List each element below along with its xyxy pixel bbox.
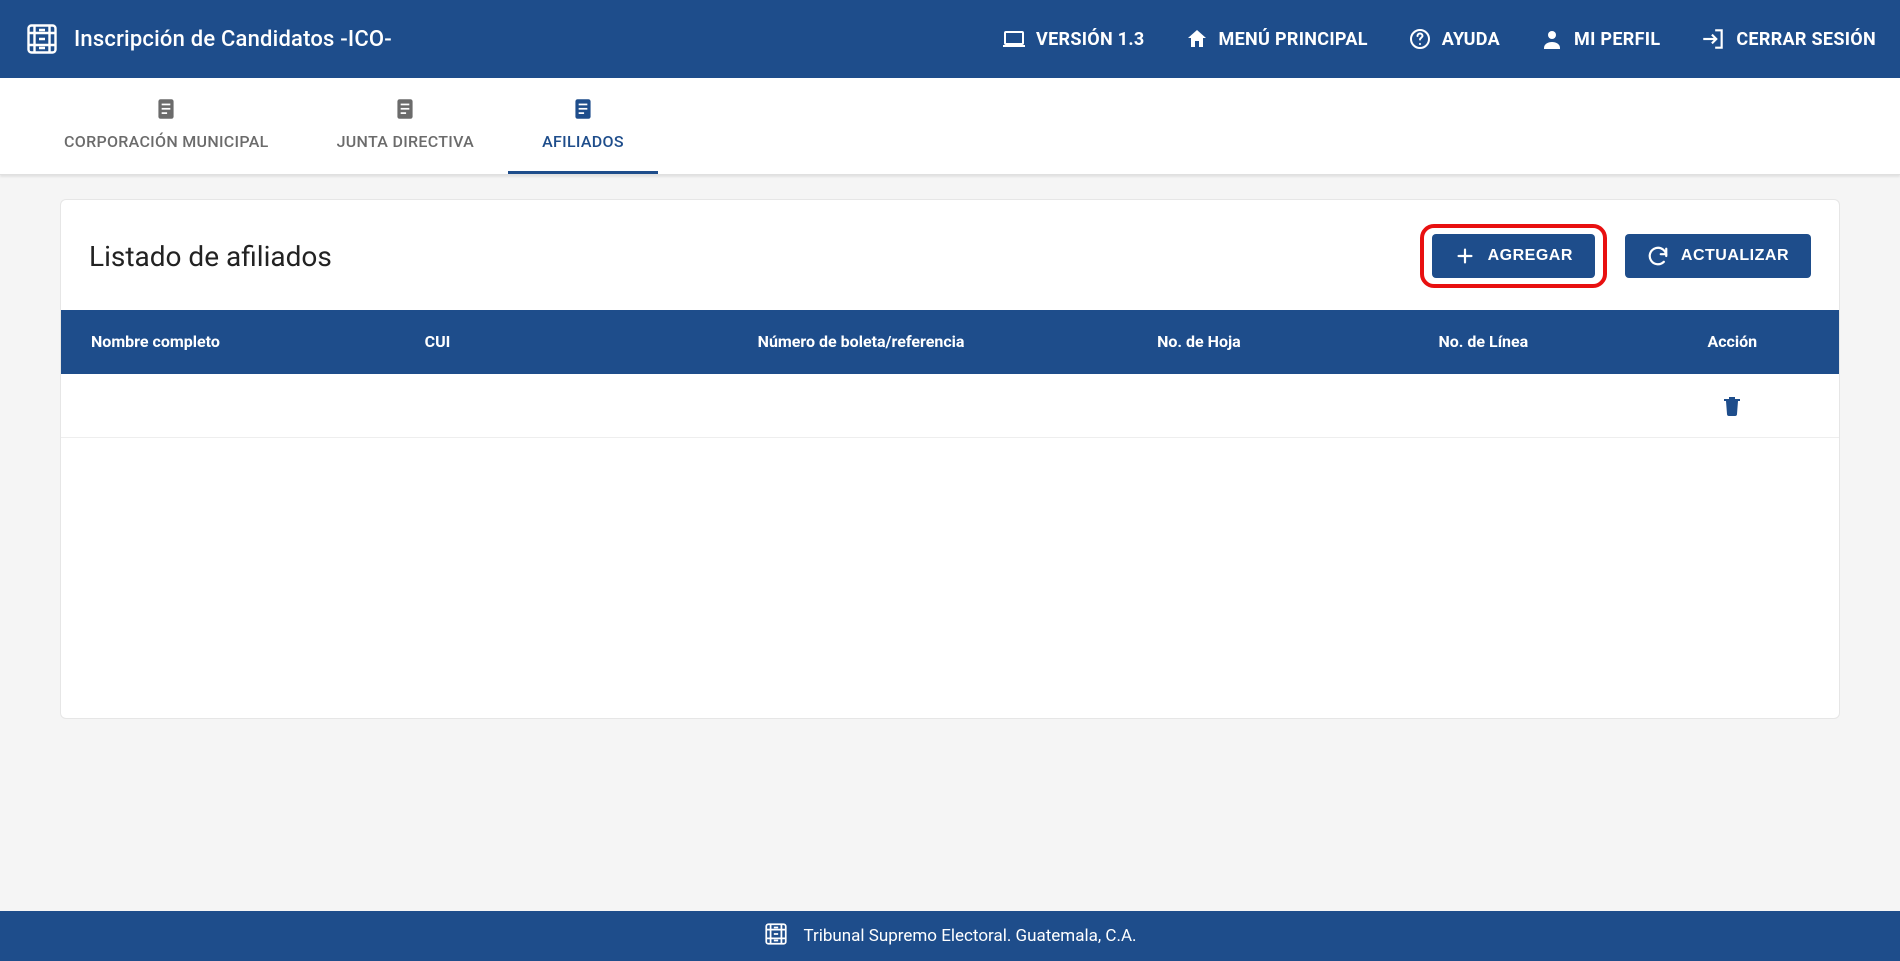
card-header: Listado de afiliados AGREGAR ACTUALIZAR [61, 200, 1839, 310]
td-boleta [666, 396, 1057, 416]
agregar-highlight: AGREGAR [1420, 224, 1607, 288]
trash-icon [1720, 394, 1744, 418]
th-hoja: No. de Hoja [1057, 321, 1341, 363]
tab-junta-directiva[interactable]: JUNTA DIRECTIVA [303, 78, 509, 174]
home-icon [1185, 27, 1209, 51]
footer: Tribunal Supremo Electoral. Guatemala, C… [0, 911, 1900, 961]
content-area: Listado de afiliados AGREGAR ACTUALIZAR [0, 175, 1900, 719]
agregar-button[interactable]: AGREGAR [1432, 234, 1595, 278]
td-accion [1626, 378, 1839, 434]
nav-ayuda[interactable]: AYUDA [1408, 27, 1500, 51]
card-title: Listado de afiliados [89, 240, 332, 273]
topbar-left: Inscripción de Candidatos -ICO- [24, 21, 392, 57]
document-icon [392, 96, 418, 122]
td-cui [417, 396, 666, 416]
agregar-label: AGREGAR [1488, 247, 1573, 265]
td-linea [1341, 396, 1625, 416]
th-accion: Acción [1626, 321, 1839, 363]
tab-corporacion-municipal[interactable]: CORPORACIÓN MUNICIPAL [30, 78, 303, 174]
table-row [61, 374, 1839, 438]
th-cui: CUI [417, 321, 666, 363]
nav-menu-principal[interactable]: MENÚ PRINCIPAL [1185, 27, 1368, 51]
actualizar-label: ACTUALIZAR [1681, 247, 1789, 265]
nav-mi-perfil[interactable]: MI PERFIL [1540, 27, 1660, 51]
tse-logo-icon [763, 921, 789, 952]
actualizar-button[interactable]: ACTUALIZAR [1625, 234, 1811, 278]
person-icon [1540, 27, 1564, 51]
refresh-icon [1647, 245, 1669, 267]
tab-junta-label: JUNTA DIRECTIVA [337, 132, 475, 151]
nav-version-label: VERSIÓN 1.3 [1036, 29, 1145, 50]
tabs-bar: CORPORACIÓN MUNICIPAL JUNTA DIRECTIVA AF… [0, 78, 1900, 175]
logout-icon [1700, 26, 1726, 52]
document-icon [153, 96, 179, 122]
th-boleta: Número de boleta/referencia [666, 321, 1057, 363]
help-icon [1408, 27, 1432, 51]
document-icon [570, 96, 596, 122]
table-header-row: Nombre completo CUI Número de boleta/ref… [61, 310, 1839, 374]
th-nombre: Nombre completo [61, 321, 417, 363]
topbar-nav: VERSIÓN 1.3 MENÚ PRINCIPAL AYUDA MI PERF… [1002, 26, 1876, 52]
nav-cerrar-sesion[interactable]: CERRAR SESIÓN [1700, 26, 1876, 52]
delete-button[interactable] [1714, 388, 1750, 424]
nav-ayuda-label: AYUDA [1442, 29, 1500, 50]
nav-mi-perfil-label: MI PERFIL [1574, 29, 1660, 50]
app-title: Inscripción de Candidatos -ICO- [74, 27, 392, 52]
footer-text: Tribunal Supremo Electoral. Guatemala, C… [803, 926, 1136, 946]
td-nombre [61, 396, 417, 416]
tab-afiliados-label: AFILIADOS [542, 132, 624, 151]
plus-icon [1454, 245, 1476, 267]
afiliados-card: Listado de afiliados AGREGAR ACTUALIZAR [60, 199, 1840, 719]
topbar: Inscripción de Candidatos -ICO- VERSIÓN … [0, 0, 1900, 78]
td-hoja [1057, 396, 1341, 416]
tab-afiliados[interactable]: AFILIADOS [508, 78, 658, 174]
th-linea: No. de Línea [1341, 321, 1625, 363]
tse-logo-icon [24, 21, 60, 57]
card-actions: AGREGAR ACTUALIZAR [1420, 224, 1811, 288]
nav-menu-principal-label: MENÚ PRINCIPAL [1219, 29, 1368, 50]
nav-version[interactable]: VERSIÓN 1.3 [1002, 27, 1145, 51]
tab-corporacion-label: CORPORACIÓN MUNICIPAL [64, 132, 269, 151]
nav-cerrar-sesion-label: CERRAR SESIÓN [1736, 29, 1876, 50]
laptop-icon [1002, 27, 1026, 51]
